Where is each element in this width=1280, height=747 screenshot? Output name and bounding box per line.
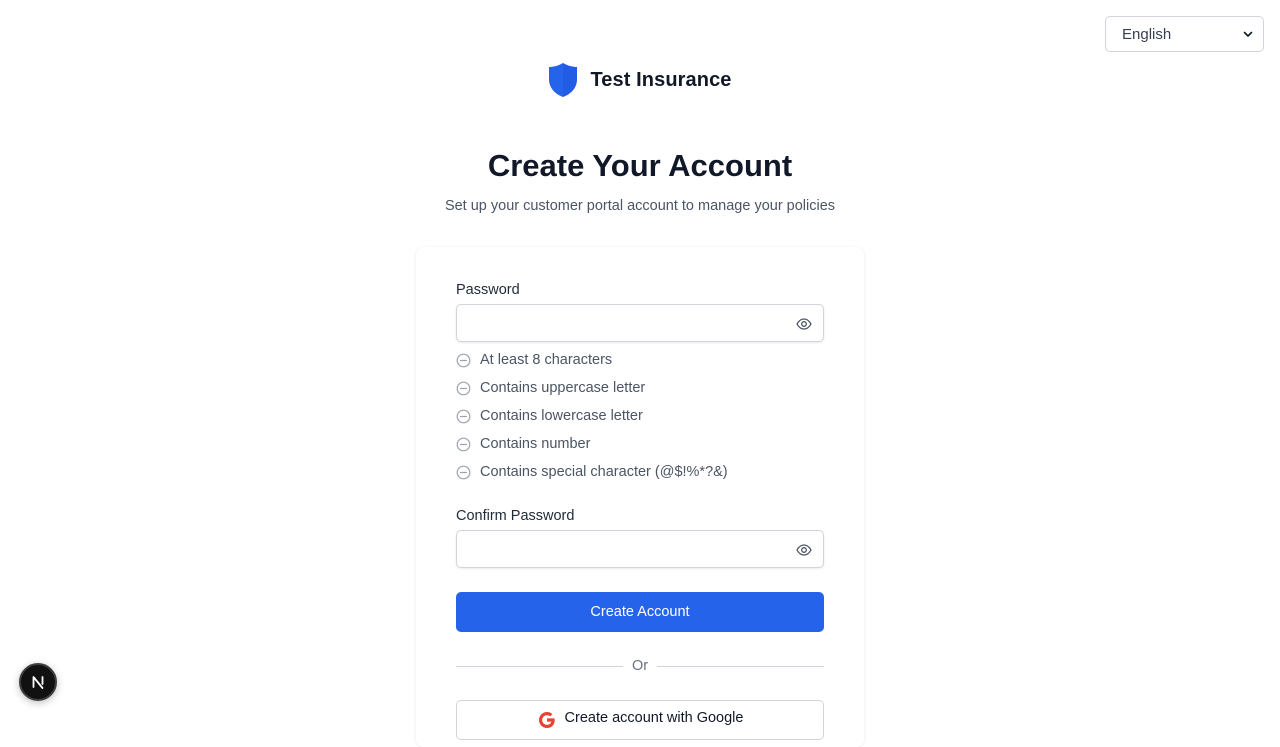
brand-name: Test Insurance [590,68,732,91]
divider-line [456,665,623,667]
password-label: Password [456,282,520,298]
minus-circle-icon [456,409,471,423]
confirm-password-label: Confirm Password [456,508,575,524]
or-divider: Or [456,657,825,675]
minus-circle-icon [456,465,471,479]
chevron-down-icon [1243,31,1253,37]
password-requirement: At least 8 characters [456,351,612,369]
eye-icon[interactable] [796,542,812,558]
password-requirement: Contains lowercase letter [456,407,643,425]
minus-circle-icon [456,437,471,451]
minus-circle-icon [456,381,471,395]
password-requirement: Contains uppercase letter [456,379,645,397]
language-select-value: English [1122,25,1172,43]
divider-text: Or [631,658,649,674]
eye-icon[interactable] [796,316,812,332]
requirement-text: Contains number [480,436,591,452]
requirement-text: Contains special character (@$!%*?&) [480,464,728,480]
password-field[interactable] [456,304,824,342]
divider-line [657,665,825,667]
create-account-button[interactable]: Create Account [456,592,824,632]
nextjs-logo-icon [32,676,44,689]
password-requirement: Contains number [456,435,590,453]
requirement-text: At least 8 characters [480,352,613,368]
google-icon [538,712,555,728]
requirement-text: Contains uppercase letter [480,380,646,396]
requirement-text: Contains lowercase letter [480,408,643,424]
language-select[interactable]: English [1105,16,1264,52]
minus-circle-icon [456,353,471,367]
page-title: Create Your Account [487,148,793,183]
password-requirement: Contains special character (@$!%*?&) [456,463,728,481]
confirm-password-field[interactable] [456,530,824,568]
dev-tools-badge[interactable] [19,663,57,701]
shield-icon [549,63,578,97]
google-signup-label: Create account with Google [564,710,744,726]
page-subtitle: Set up your customer portal account to m… [444,198,836,214]
brand: Test Insurance [0,62,1280,98]
google-signup-button[interactable]: Create account with Google [456,700,824,740]
